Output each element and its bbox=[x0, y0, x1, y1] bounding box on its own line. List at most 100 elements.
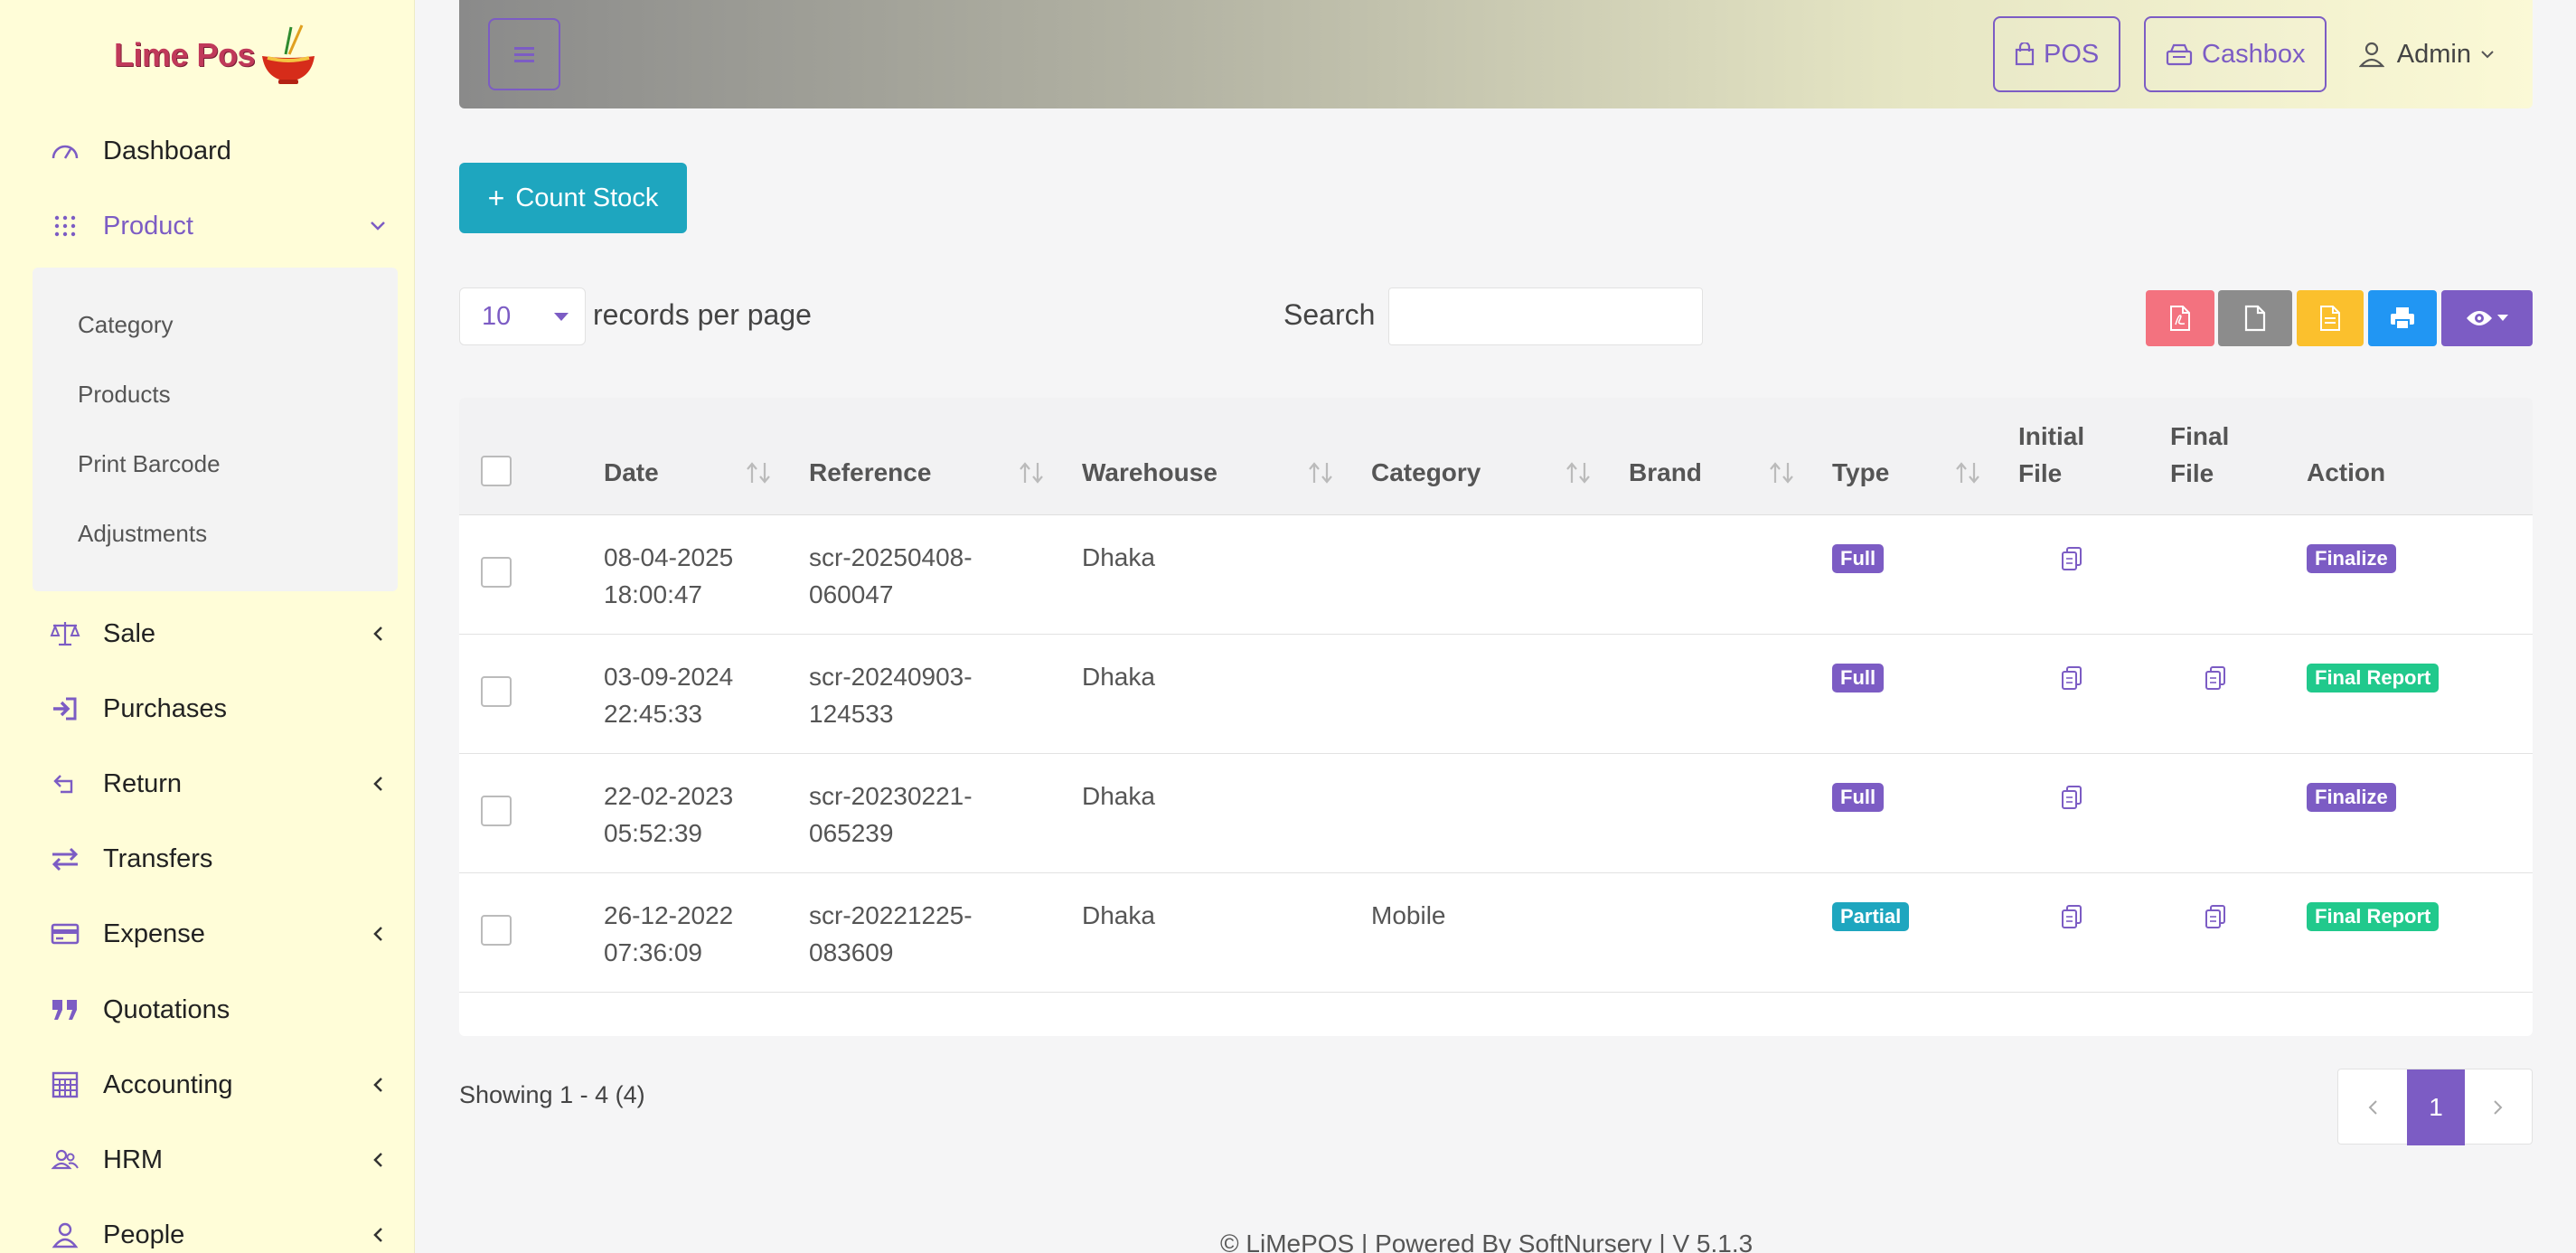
sidebar-item-label: HRM bbox=[103, 1145, 164, 1174]
cashbox-button[interactable]: Cashbox bbox=[2144, 16, 2327, 92]
sort-icon bbox=[1566, 462, 1590, 484]
footer-text: © LiMePOS | Powered By SoftNursery | V 5… bbox=[1220, 1229, 1753, 1253]
sidebar-item-transfers[interactable]: Transfers bbox=[33, 832, 394, 886]
noodle-bowl-icon bbox=[262, 24, 315, 84]
count-stock-label: Count Stock bbox=[515, 183, 659, 212]
sidebar-item-hrm[interactable]: HRM bbox=[33, 1133, 394, 1187]
sidebar-item-product[interactable]: Product bbox=[33, 199, 394, 253]
chevron-down-icon bbox=[2481, 51, 2494, 59]
sidebar-item-sale[interactable]: Sale bbox=[33, 607, 394, 661]
cell-date: 08-04-2025 18:00:47 bbox=[604, 543, 734, 608]
header-date[interactable]: Date bbox=[604, 458, 659, 487]
records-per-page-label: records per page bbox=[593, 298, 812, 331]
sidebar-item-quotations[interactable]: Quotations bbox=[33, 983, 394, 1037]
cell-date: 03-09-2024 22:45:33 bbox=[604, 663, 734, 728]
search-input[interactable] bbox=[1388, 287, 1703, 345]
card-icon bbox=[49, 918, 81, 950]
prev-page-button[interactable] bbox=[2338, 1069, 2407, 1145]
sidebar-item-label: Product bbox=[103, 211, 193, 240]
sidebar-item-return[interactable]: Return bbox=[33, 757, 394, 811]
row-checkbox[interactable] bbox=[481, 796, 512, 826]
sidebar-item-label: Expense bbox=[103, 919, 205, 948]
chevron-right-icon bbox=[2494, 1100, 2503, 1115]
plus-icon: + bbox=[487, 181, 505, 214]
cashbox-icon bbox=[2166, 43, 2193, 66]
header-type[interactable]: Type bbox=[1832, 458, 1889, 487]
sidebar-item-people[interactable]: People bbox=[33, 1208, 394, 1253]
action-finalize-button[interactable]: Finalize bbox=[2307, 544, 2396, 573]
submenu-item-products[interactable]: Products bbox=[78, 381, 171, 409]
export-csv-button[interactable] bbox=[2218, 290, 2292, 346]
header-warehouse[interactable]: Warehouse bbox=[1082, 458, 1217, 487]
initial-file-icon[interactable] bbox=[2058, 901, 2085, 932]
submenu-item-category[interactable]: Category bbox=[78, 311, 174, 339]
final-file-icon[interactable] bbox=[2202, 663, 2229, 693]
table-row: 26-12-2022 07:36:09 scr-20221225- 083609 D… bbox=[459, 873, 2533, 993]
row-checkbox[interactable] bbox=[481, 676, 512, 707]
brand-logo[interactable]: Lime Pos bbox=[114, 24, 318, 87]
row-checkbox[interactable] bbox=[481, 915, 512, 946]
records-per-page-value: 10 bbox=[482, 301, 512, 331]
initial-file-icon[interactable] bbox=[2058, 782, 2085, 813]
cell-category: Mobile bbox=[1371, 901, 1446, 929]
table-row: 08-04-2025 18:00:47 scr-20250408- 060047 D… bbox=[459, 515, 2533, 635]
pdf-file-icon bbox=[2170, 306, 2190, 331]
showing-count: Showing 1 - 4 (4) bbox=[459, 1081, 645, 1108]
count-stock-button[interactable]: + Count Stock bbox=[459, 163, 687, 233]
type-badge: Partial bbox=[1832, 902, 1910, 931]
action-final-report-button[interactable]: Final Report bbox=[2307, 664, 2440, 692]
chevron-left-icon bbox=[367, 1074, 389, 1096]
cell-warehouse: Dhaka bbox=[1082, 901, 1155, 929]
initial-file-icon[interactable] bbox=[2058, 663, 2085, 693]
sidebar-item-purchases[interactable]: Purchases bbox=[33, 682, 394, 736]
printer-icon bbox=[2391, 307, 2414, 330]
pos-button[interactable]: POS bbox=[1993, 16, 2121, 92]
spreadsheet-file-icon bbox=[2320, 306, 2340, 331]
user-name: Admin bbox=[2396, 39, 2471, 69]
initial-file-icon[interactable] bbox=[2058, 543, 2085, 574]
export-pdf-button[interactable] bbox=[2146, 290, 2214, 346]
column-visibility-button[interactable] bbox=[2441, 290, 2533, 346]
sidebar-item-accounting[interactable]: Accounting bbox=[33, 1058, 394, 1112]
action-finalize-button[interactable]: Finalize bbox=[2307, 783, 2396, 812]
header-action: Action bbox=[2307, 458, 2386, 486]
cell-warehouse: Dhaka bbox=[1082, 782, 1155, 810]
header-brand[interactable]: Brand bbox=[1629, 458, 1702, 487]
sort-icon bbox=[1020, 462, 1043, 484]
next-page-button[interactable] bbox=[2465, 1069, 2532, 1145]
pos-label: POS bbox=[2044, 39, 2100, 69]
chevron-left-icon bbox=[367, 773, 389, 795]
select-all-checkbox[interactable] bbox=[481, 456, 512, 486]
row-checkbox[interactable] bbox=[481, 557, 512, 588]
table-row: 03-09-2024 22:45:33 scr-20240903- 124533 D… bbox=[459, 635, 2533, 754]
sidebar-item-dashboard[interactable]: Dashboard bbox=[33, 124, 394, 178]
submenu-item-print-barcode[interactable]: Print Barcode bbox=[78, 450, 221, 478]
page-1-button[interactable]: 1 bbox=[2407, 1069, 2465, 1145]
quote-icon bbox=[49, 994, 81, 1026]
cell-reference: scr-20230221- 065239 bbox=[809, 782, 973, 847]
submenu-item-adjustments[interactable]: Adjustments bbox=[78, 520, 207, 548]
menu-toggle-button[interactable] bbox=[488, 18, 560, 90]
sidebar-item-label: Dashboard bbox=[103, 136, 231, 165]
print-button[interactable] bbox=[2368, 290, 2437, 346]
sidebar-item-label: People bbox=[103, 1220, 185, 1249]
cell-reference: scr-20240903- 124533 bbox=[809, 663, 973, 728]
table-row: 22-02-2023 05:52:39 scr-20230221- 065239 D… bbox=[459, 754, 2533, 873]
sort-icon bbox=[1309, 462, 1332, 484]
records-per-page-select[interactable]: 10 bbox=[459, 287, 586, 345]
final-file-icon[interactable] bbox=[2202, 901, 2229, 932]
eye-icon bbox=[2466, 311, 2492, 325]
caret-down-icon bbox=[2496, 315, 2508, 321]
sidebar-item-label: Accounting bbox=[103, 1069, 233, 1099]
sidebar-item-expense[interactable]: Expense bbox=[33, 907, 394, 961]
stock-count-table: Date Reference Warehouse Category Brand … bbox=[459, 398, 2533, 1036]
cell-date: 26-12-2022 07:36:09 bbox=[604, 901, 734, 966]
user-menu[interactable]: Admin bbox=[2358, 27, 2495, 81]
cell-warehouse: Dhaka bbox=[1082, 663, 1155, 691]
header-reference[interactable]: Reference bbox=[809, 458, 931, 487]
type-badge: Full bbox=[1832, 544, 1885, 573]
action-final-report-button[interactable]: Final Report bbox=[2307, 902, 2440, 931]
product-submenu: Category Products Print Barcode Adjustme… bbox=[33, 268, 398, 591]
export-excel-button[interactable] bbox=[2297, 290, 2364, 346]
header-category[interactable]: Category bbox=[1371, 458, 1481, 487]
